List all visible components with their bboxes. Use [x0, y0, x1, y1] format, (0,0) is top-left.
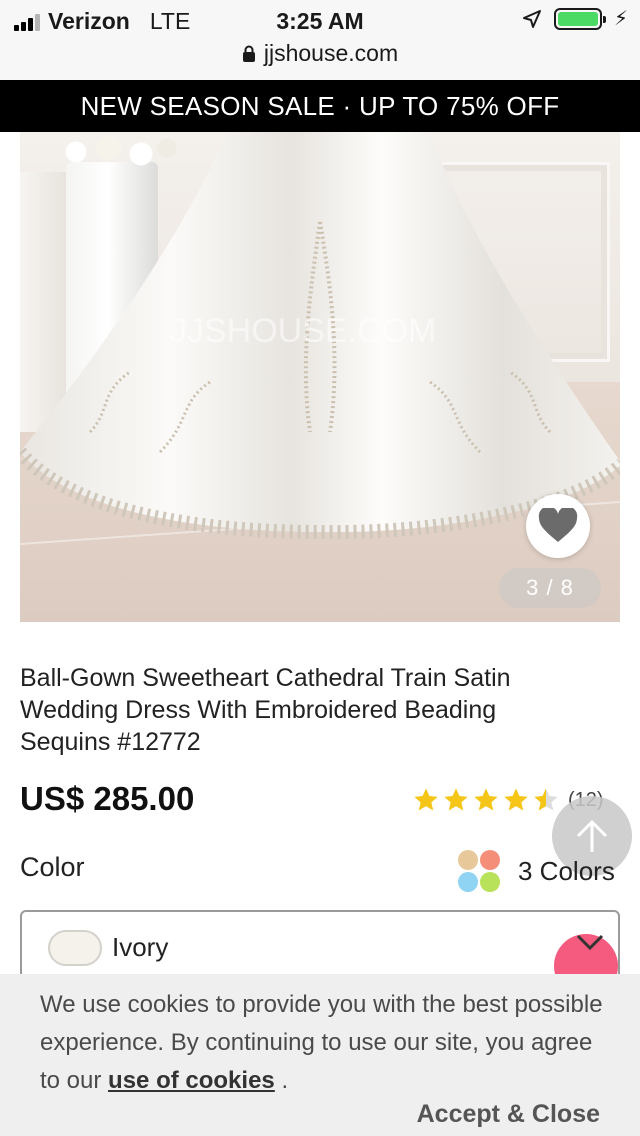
battery-icon	[553, 8, 606, 30]
image-counter: 3 / 8	[499, 568, 601, 608]
color-swatch	[48, 930, 102, 966]
star-icon	[444, 788, 468, 811]
colors-count-text: 3 Colors	[518, 855, 615, 886]
color-label: Color	[20, 852, 85, 882]
cookie-text-end: .	[274, 1067, 289, 1094]
product-price: US$ 285.00	[20, 780, 195, 817]
palette-icon	[458, 850, 500, 892]
close-icon[interactable]	[574, 934, 606, 954]
watermark-text: JJSHOUSE.COM	[170, 312, 436, 350]
cookie-notice: We use cookies to provide you with the b…	[0, 974, 640, 1136]
lock-icon	[242, 45, 255, 62]
star-half-icon	[534, 788, 558, 811]
heart-icon	[538, 508, 578, 542]
product-image-gallery[interactable]: JJSHOUSE.COM 3 / 8	[20, 132, 620, 622]
page-url: jjshouse.com	[263, 40, 399, 66]
wedding-dress-image: JJSHOUSE.COM	[20, 132, 620, 540]
status-bar: Verizon LTE 3:25 AM ⚡ jjshouse.com	[0, 0, 640, 80]
selected-color: Ivory	[112, 932, 169, 962]
cookie-notice-text: We use cookies to provide you with the b…	[40, 986, 610, 1100]
cookie-policy-link[interactable]: use of cookies	[108, 1067, 275, 1094]
colors-count[interactable]: 3 Colors	[456, 848, 615, 894]
promo-banner-text: NEW SEASON SALE · UP TO 75% OFF	[80, 90, 560, 121]
star-icon	[474, 788, 498, 811]
address-bar[interactable]: jjshouse.com	[0, 40, 640, 67]
status-icons: ⚡	[522, 8, 628, 30]
charging-bolt-icon: ⚡	[613, 8, 628, 30]
star-icon	[504, 788, 528, 811]
promo-banner[interactable]: NEW SEASON SALE · UP TO 75% OFF	[0, 80, 640, 132]
accept-close-button[interactable]: Accept & Close	[417, 1100, 600, 1129]
star-icon	[414, 788, 438, 811]
location-arrow-icon	[522, 10, 541, 28]
product-title: Ball-Gown Sweetheart Cathedral Train Sat…	[20, 664, 511, 756]
favorite-button[interactable]	[526, 494, 590, 558]
